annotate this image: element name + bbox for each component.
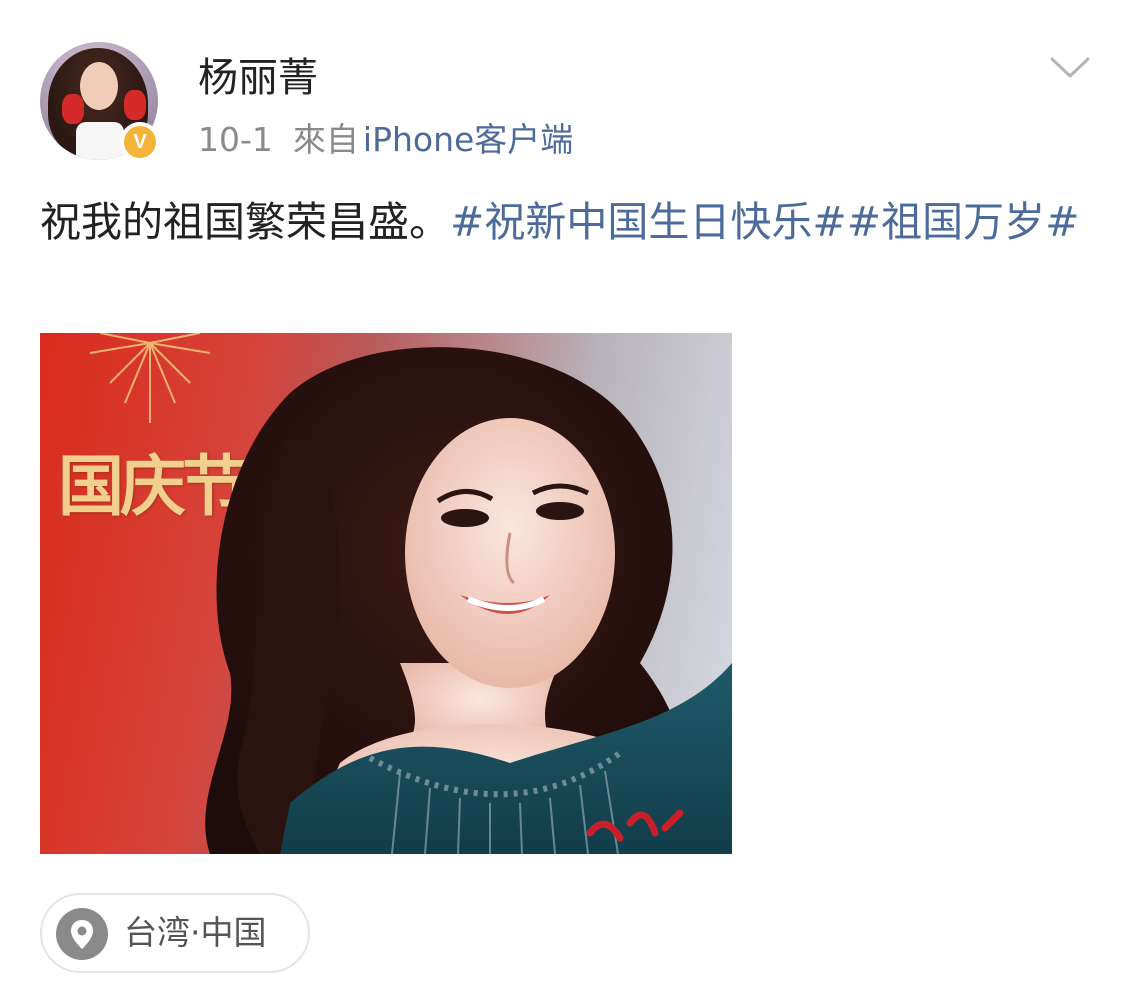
source-link[interactable]: iPhone客户端 — [363, 120, 573, 159]
post-body: 祝我的祖国繁荣昌盛。 — [40, 198, 450, 246]
chevron-down-icon[interactable] — [1050, 56, 1090, 80]
avatar-glove-left — [62, 94, 84, 124]
portrait-illustration — [205, 347, 732, 854]
topic-link[interactable]: #祖国万岁# — [847, 198, 1080, 246]
avatar-face — [80, 62, 118, 110]
from-label: 來自 — [292, 120, 359, 159]
location-tag[interactable]: 台湾·中国 — [40, 893, 310, 973]
username[interactable]: 杨丽菁 — [198, 56, 318, 100]
avatar-glove-right — [124, 90, 146, 120]
avatar-top — [76, 122, 124, 160]
post-text: 祝我的祖国繁荣昌盛。#祝新中国生日快乐##祖国万岁# — [40, 192, 1090, 252]
verified-badge-icon: V — [120, 122, 160, 162]
post-image[interactable]: 国庆节 — [40, 333, 732, 854]
location-label: 台湾·中国 — [124, 913, 267, 952]
location-pin-icon — [56, 908, 108, 960]
topic-link[interactable]: #祝新中国生日快乐# — [450, 198, 847, 246]
weibo-post: V 杨丽菁 10-1 來自 iPhone客户端 祝我的祖国繁荣昌盛。#祝新中国生日快… — [0, 0, 1125, 1008]
post-date: 10-1 — [198, 120, 273, 159]
post-meta: 10-1 來自 iPhone客户端 — [198, 120, 573, 160]
